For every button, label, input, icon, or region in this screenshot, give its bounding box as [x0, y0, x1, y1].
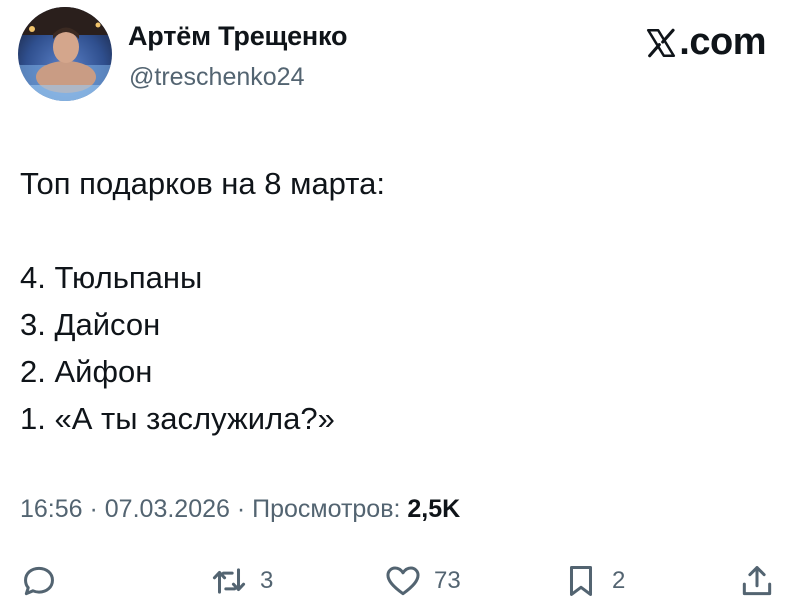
- tweet-date[interactable]: 07.03.2026: [105, 495, 230, 523]
- reply-button[interactable]: [20, 558, 58, 604]
- views-count: 2,5K: [407, 495, 461, 523]
- tweet-text: Топ подарков на 8 марта: 4. Тюльпаны 3. …: [20, 160, 780, 442]
- meta-separator: ·: [229, 495, 253, 523]
- reply-icon: [24, 566, 54, 596]
- brand-logo: .com: [644, 21, 766, 64]
- tweet-time[interactable]: 16:56: [20, 495, 83, 523]
- bookmark-button[interactable]: 2: [562, 558, 625, 604]
- author-name[interactable]: Артём Трещенко: [128, 21, 347, 52]
- tweet-line: Топ подарков на 8 марта:: [20, 166, 385, 201]
- tweet-meta: 16:56 · 07.03.2026 · Просмотров: 2,5K: [20, 495, 460, 524]
- retweet-icon: [212, 568, 246, 594]
- bookmark-icon: [569, 566, 593, 596]
- views-label: Просмотров:: [252, 495, 408, 523]
- action-bar: 3 73 2: [0, 558, 800, 604]
- avatar[interactable]: [18, 7, 112, 101]
- tweet-line: [20, 207, 780, 254]
- tweet-line: 4. Тюльпаны: [20, 260, 203, 295]
- retweet-button[interactable]: 3: [210, 558, 273, 604]
- brand-domain: .com: [679, 21, 766, 63]
- retweet-count: 3: [260, 567, 274, 594]
- tweet-line: 3. Дайсон: [20, 307, 161, 342]
- x-logo-icon: [647, 28, 676, 57]
- share-button[interactable]: [738, 558, 776, 604]
- tweet-header: Артём Трещенко @treschenko24 .com: [18, 7, 782, 103]
- bookmark-count: 2: [612, 567, 626, 594]
- heart-icon: [386, 566, 420, 596]
- tweet-line: 1. «А ты заслужила?»: [20, 401, 335, 436]
- share-icon: [742, 566, 772, 596]
- tweet-line: 2. Айфон: [20, 354, 153, 389]
- like-count: 73: [434, 567, 461, 594]
- like-button[interactable]: 73: [384, 558, 461, 604]
- author-handle[interactable]: @treschenko24: [129, 63, 304, 92]
- meta-separator: ·: [82, 495, 105, 523]
- avatar-photo: [18, 7, 112, 101]
